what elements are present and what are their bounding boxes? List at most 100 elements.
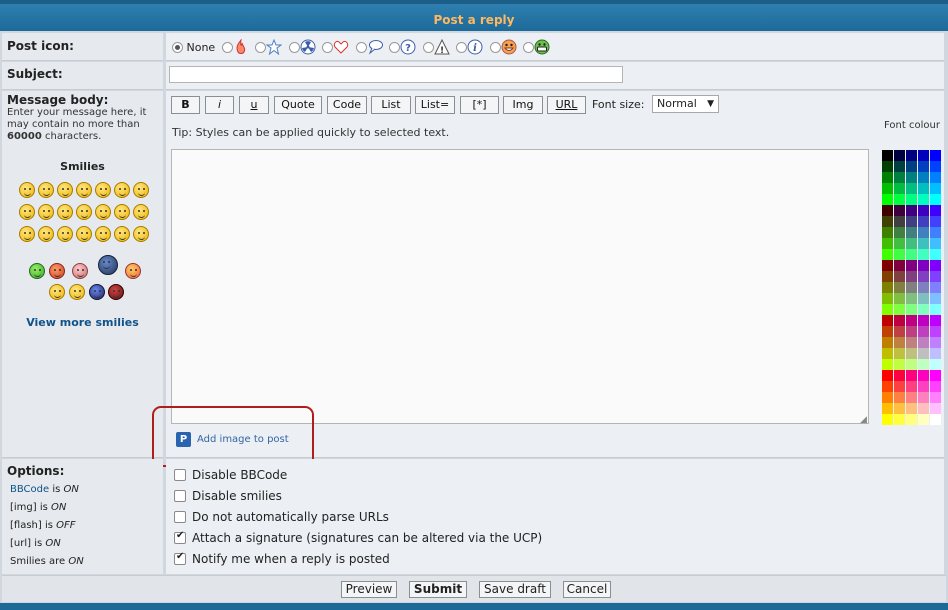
smiley-blue-face[interactable]	[89, 284, 105, 300]
colour-swatch[interactable]	[882, 359, 893, 370]
colour-swatch[interactable]	[918, 205, 929, 216]
smiley-pacman[interactable]	[49, 284, 65, 300]
colour-swatch[interactable]	[918, 381, 929, 392]
colour-swatch[interactable]	[894, 216, 905, 227]
post-icon-warning-radio[interactable]	[422, 41, 434, 53]
colour-swatch[interactable]	[882, 414, 893, 425]
smiley-yellow-grin[interactable]	[69, 284, 85, 300]
colour-swatch[interactable]	[906, 282, 917, 293]
smiley-mad[interactable]	[38, 204, 54, 220]
smiley-confused[interactable]	[114, 182, 130, 198]
colour-swatch[interactable]	[894, 414, 905, 425]
colour-swatch[interactable]	[906, 414, 917, 425]
colour-swatch[interactable]	[918, 194, 929, 205]
fire-icon[interactable]	[233, 38, 249, 55]
colour-swatch[interactable]	[882, 315, 893, 326]
colour-swatch[interactable]	[918, 227, 929, 238]
colour-swatch[interactable]	[882, 337, 893, 348]
colour-swatch[interactable]	[906, 205, 917, 216]
colour-swatch[interactable]	[894, 359, 905, 370]
attach-signature-checkbox[interactable]	[174, 530, 186, 544]
code-button[interactable]: Code	[327, 96, 367, 114]
colour-swatch[interactable]	[882, 161, 893, 172]
colour-swatch[interactable]	[918, 183, 929, 194]
colour-swatch[interactable]	[930, 172, 941, 183]
disable-smilies-checkbox[interactable]	[174, 490, 186, 502]
info-icon[interactable]: i	[467, 39, 483, 55]
img-button[interactable]: Img	[503, 96, 543, 114]
post-icon-none-radio[interactable]	[172, 41, 183, 53]
colour-swatch[interactable]	[882, 304, 893, 315]
colour-swatch[interactable]	[930, 183, 941, 194]
warning-icon[interactable]: !	[433, 38, 450, 56]
colour-swatch[interactable]	[894, 227, 905, 238]
bold-button[interactable]: B	[171, 96, 200, 114]
colour-swatch[interactable]	[906, 381, 917, 392]
colour-swatch[interactable]	[894, 282, 905, 293]
colour-swatch[interactable]	[906, 304, 917, 315]
colour-swatch[interactable]	[906, 293, 917, 304]
colour-swatch[interactable]	[894, 381, 905, 392]
colour-swatch[interactable]	[918, 348, 929, 359]
colour-swatch[interactable]	[918, 271, 929, 282]
colour-swatch[interactable]	[930, 315, 941, 326]
smiley-red-tongue[interactable]	[49, 263, 65, 279]
smiley-crying[interactable]	[95, 204, 111, 220]
colour-swatch[interactable]	[918, 403, 929, 414]
smiley-surprised[interactable]	[76, 182, 92, 198]
colour-swatch[interactable]	[918, 238, 929, 249]
colour-swatch[interactable]	[930, 370, 941, 381]
notify-reply-checkbox[interactable]	[174, 551, 186, 565]
colour-swatch[interactable]	[882, 194, 893, 205]
list-button[interactable]: List	[371, 96, 411, 114]
post-icon-bubble-radio[interactable]	[355, 41, 367, 53]
colour-swatch[interactable]	[882, 249, 893, 260]
smiley-wink[interactable]	[38, 226, 54, 242]
star-icon[interactable]	[265, 38, 283, 56]
message-textarea[interactable]	[171, 149, 869, 424]
colour-swatch[interactable]	[930, 205, 941, 216]
colour-swatch[interactable]	[882, 205, 893, 216]
colour-swatch[interactable]	[882, 403, 893, 414]
smiley-sad[interactable]	[57, 182, 73, 198]
smiley-twisted-evil[interactable]	[133, 204, 149, 220]
colour-swatch[interactable]	[930, 216, 941, 227]
smiley-rolling-eyes[interactable]	[19, 226, 35, 242]
colour-swatch[interactable]	[918, 304, 929, 315]
disable-bbcode-checkbox[interactable]	[174, 469, 186, 481]
colour-swatch[interactable]	[930, 227, 941, 238]
post-icon-teeth-radio[interactable]	[523, 41, 535, 53]
colour-swatch[interactable]	[894, 326, 905, 337]
underline-button[interactable]: u	[239, 96, 269, 114]
smiley-love-eyes[interactable]	[125, 263, 141, 279]
colour-swatch[interactable]	[906, 161, 917, 172]
colour-swatch[interactable]	[918, 282, 929, 293]
smiley-cool[interactable]	[133, 182, 149, 198]
view-more-smilies-link[interactable]: View more smilies	[2, 316, 163, 329]
colour-swatch[interactable]	[894, 183, 905, 194]
colour-swatch[interactable]	[906, 315, 917, 326]
subject-input[interactable]	[169, 66, 623, 83]
save-draft-button[interactable]: Save draft	[479, 581, 551, 598]
post-icon-radioactive-radio[interactable]	[288, 41, 300, 53]
colour-swatch[interactable]	[894, 271, 905, 282]
colour-swatch[interactable]	[930, 249, 941, 260]
no-parse-urls-checkbox[interactable]	[174, 511, 186, 523]
colour-swatch[interactable]	[894, 194, 905, 205]
colour-swatch[interactable]	[906, 227, 917, 238]
bbcode-link[interactable]: BBCode	[10, 484, 49, 495]
smiley-arrow[interactable]	[114, 226, 130, 242]
colour-swatch[interactable]	[918, 414, 929, 425]
colour-swatch[interactable]	[882, 260, 893, 271]
colour-swatch[interactable]	[918, 315, 929, 326]
colour-swatch[interactable]	[906, 271, 917, 282]
colour-swatch[interactable]	[882, 282, 893, 293]
colour-swatch[interactable]	[894, 172, 905, 183]
colour-swatch[interactable]	[894, 249, 905, 260]
colour-swatch[interactable]	[930, 414, 941, 425]
colour-swatch[interactable]	[882, 293, 893, 304]
colour-swatch[interactable]	[894, 315, 905, 326]
colour-swatch[interactable]	[930, 381, 941, 392]
colour-swatch[interactable]	[918, 392, 929, 403]
smiley-embarrassed[interactable]	[76, 204, 92, 220]
